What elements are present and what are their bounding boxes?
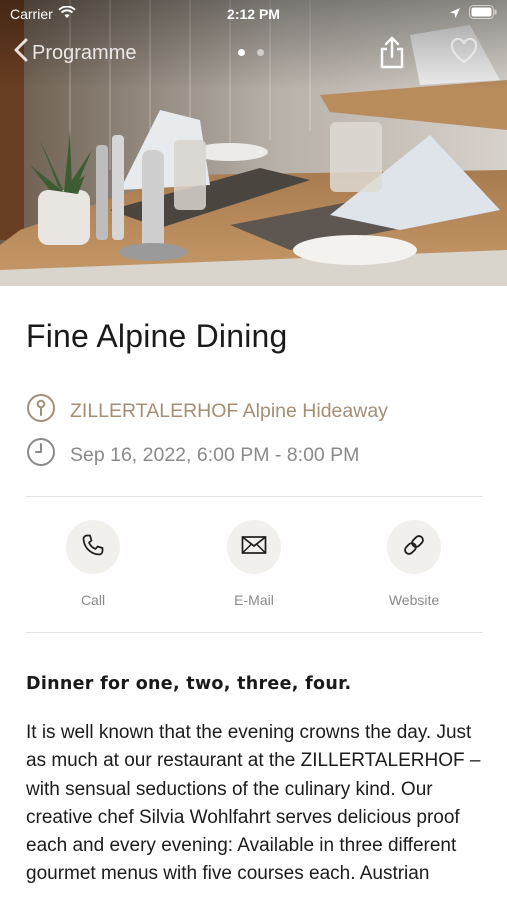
back-button[interactable]: Programme xyxy=(14,38,136,68)
chevron-left-icon xyxy=(14,38,28,68)
contact-actions: Call E-Mail Website xyxy=(0,520,507,615)
favorite-button[interactable] xyxy=(450,37,478,69)
page-indicator[interactable] xyxy=(238,49,264,56)
event-date: Sep 16, 2022, 6:00 PM - 8:00 PM xyxy=(26,437,359,473)
clock-icon xyxy=(26,437,56,473)
description-heading: Dinner for one, two, three, four. xyxy=(26,674,352,694)
call-label: Call xyxy=(80,592,106,608)
email-label: E-Mail xyxy=(234,592,274,608)
page-dot[interactable] xyxy=(238,49,245,56)
mail-icon xyxy=(241,535,267,560)
email-button[interactable]: E-Mail xyxy=(204,520,304,608)
event-title: Fine Alpine Dining xyxy=(26,318,288,354)
status-time: 2:12 PM xyxy=(227,6,280,22)
share-icon xyxy=(378,36,406,74)
location-pin-icon xyxy=(26,393,56,429)
navigation-bar: Programme xyxy=(0,34,507,74)
website-circle[interactable] xyxy=(387,520,441,574)
date-text: Sep 16, 2022, 6:00 PM - 8:00 PM xyxy=(70,443,360,466)
description-text: It is well known that the evening crowns… xyxy=(26,722,481,885)
website-button[interactable]: Website xyxy=(364,520,464,608)
call-circle[interactable] xyxy=(66,520,120,574)
event-location[interactable]: ZILLERTALERHOF Alpine Hideaway xyxy=(26,393,388,429)
divider xyxy=(26,632,483,633)
location-text: ZILLERTALERHOF Alpine Hideaway xyxy=(70,399,388,422)
status-indicators xyxy=(449,5,497,22)
divider xyxy=(26,496,483,497)
phone-icon xyxy=(81,533,105,562)
status-bar: Carrier 2:12 PM xyxy=(0,0,507,28)
share-button[interactable] xyxy=(378,36,406,75)
heart-icon xyxy=(450,37,478,68)
battery-icon xyxy=(469,5,497,22)
website-label: Website xyxy=(388,592,440,608)
call-button[interactable]: Call xyxy=(43,520,143,608)
link-icon xyxy=(401,532,427,563)
email-circle[interactable] xyxy=(227,520,281,574)
page-dot[interactable] xyxy=(257,49,264,56)
back-label: Programme xyxy=(32,41,137,64)
location-arrow-icon xyxy=(449,6,461,22)
